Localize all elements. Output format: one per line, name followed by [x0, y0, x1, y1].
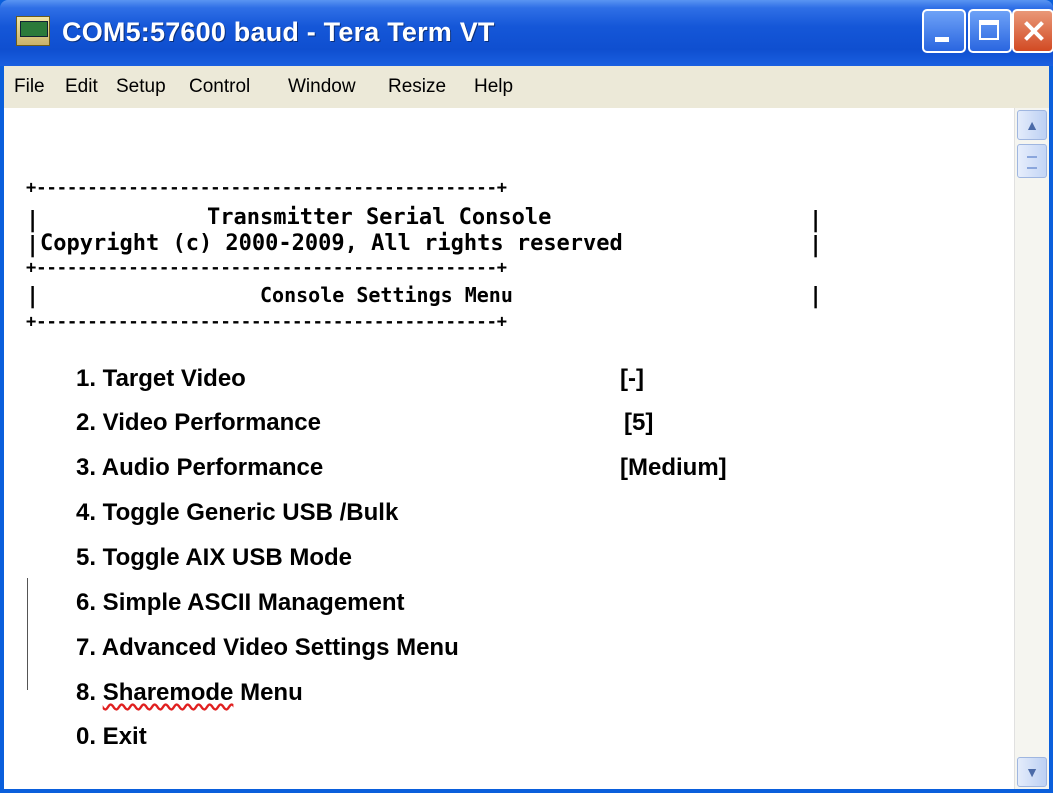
- option-video-performance[interactable]: 2. Video Performance: [76, 409, 321, 437]
- option-target-video[interactable]: 1. Target Video: [76, 365, 246, 393]
- menu-help[interactable]: Help: [474, 66, 513, 108]
- box-border-top: +---------------------------------------…: [26, 178, 508, 198]
- box-left-bar: |: [26, 208, 40, 233]
- option-audio-performance[interactable]: 3. Audio Performance: [76, 454, 323, 482]
- title-bar[interactable]: COM5:57600 baud - Tera Term VT: [0, 0, 1053, 66]
- scroll-thumb[interactable]: [1017, 144, 1047, 178]
- box-left-bar-3: |: [26, 284, 40, 309]
- menu-file[interactable]: File: [14, 66, 45, 108]
- option-advanced-video[interactable]: 7. Advanced Video Settings Menu: [76, 634, 459, 662]
- menu-control[interactable]: Control: [189, 66, 250, 108]
- scroll-up-arrow-icon[interactable]: ▲: [1017, 110, 1047, 140]
- box-right-bar-2: |: [809, 233, 823, 258]
- sharemode-suffix: Menu: [233, 679, 303, 706]
- option-exit[interactable]: 0. Exit: [76, 723, 147, 751]
- sharemode-prefix: 8.: [76, 679, 103, 706]
- option-sharemode-menu[interactable]: 8. Sharemode Menu: [76, 679, 303, 707]
- menu-setup[interactable]: Setup: [116, 66, 166, 108]
- menu-window[interactable]: Window: [288, 66, 356, 108]
- option-simple-ascii[interactable]: 6. Simple ASCII Management: [76, 589, 405, 617]
- close-button[interactable]: [1012, 9, 1053, 53]
- terminal-area[interactable]: +---------------------------------------…: [4, 108, 1049, 789]
- console-title: Transmitter Serial Console: [207, 205, 552, 230]
- minimize-button[interactable]: [922, 9, 966, 53]
- copyright-text: Copyright (c) 2000-2009, All rights rese…: [40, 231, 623, 256]
- box-border-mid: +---------------------------------------…: [26, 258, 508, 278]
- maximize-button[interactable]: [968, 9, 1012, 53]
- video-performance-value: [5]: [624, 409, 654, 436]
- sharemode-word: Sharemode: [102, 679, 234, 706]
- vertical-scrollbar[interactable]: ▲ ▼: [1014, 108, 1049, 789]
- target-video-value: [-]: [620, 365, 644, 392]
- option-toggle-generic-usb[interactable]: 4. Toggle Generic USB /Bulk: [76, 499, 398, 527]
- audio-performance-value: [Medium]: [620, 454, 727, 481]
- application-window: COM5:57600 baud - Tera Term VT File Edit…: [0, 0, 1053, 793]
- box-right-bar-3: |: [809, 284, 823, 309]
- box-border-bottom: +---------------------------------------…: [26, 312, 508, 332]
- text-cursor-mark: [27, 578, 28, 690]
- box-right-bar: |: [809, 208, 823, 233]
- window-title: COM5:57600 baud - Tera Term VT: [62, 17, 495, 47]
- scroll-down-arrow-icon[interactable]: ▼: [1017, 757, 1047, 787]
- option-toggle-aix-usb[interactable]: 5. Toggle AIX USB Mode: [76, 544, 352, 572]
- menu-resize[interactable]: Resize: [388, 66, 446, 108]
- menu-bar: File Edit Setup Control Window Resize He…: [4, 66, 1049, 109]
- box-left-bar-2: |: [26, 233, 40, 258]
- menu-title: Console Settings Menu: [260, 283, 513, 307]
- menu-edit[interactable]: Edit: [65, 66, 98, 108]
- tera-term-icon[interactable]: [16, 16, 50, 46]
